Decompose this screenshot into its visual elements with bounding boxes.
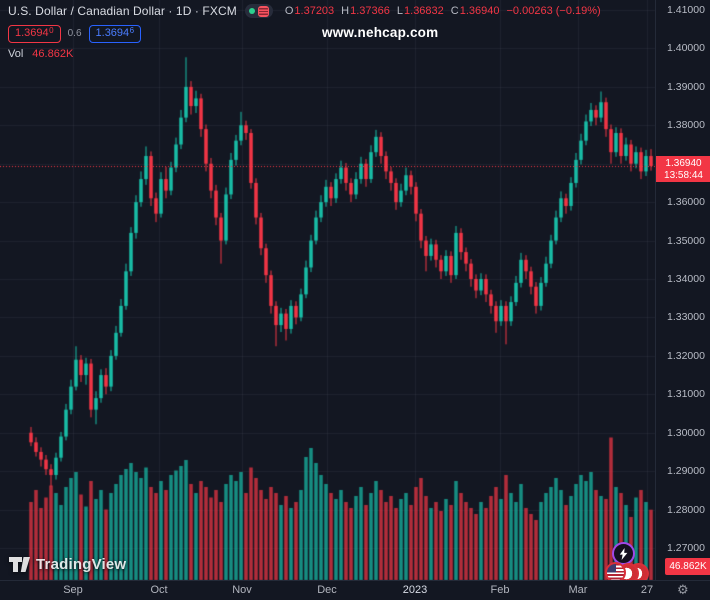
axis-settings-gear-icon[interactable]: ⚙ [677, 582, 689, 599]
time-axis-label: 2023 [402, 584, 428, 596]
time-axis-label: Oct [150, 584, 168, 596]
time-axis-label: Nov [232, 584, 252, 596]
volume-indicator-label[interactable]: Vol [8, 48, 23, 60]
time-axis-label: Mar [568, 584, 588, 596]
price-axis-label: 1.38000 [667, 119, 705, 132]
ask-price: 1.3694 [95, 26, 130, 39]
price-axis-label: 1.41000 [667, 4, 705, 16]
bid-price: 1.3694 [15, 26, 49, 39]
time-axis-label: Dec [317, 584, 337, 596]
ohlc-item: O1.37203 [284, 5, 335, 17]
price-axis-label: 1.34000 [667, 273, 705, 285]
price-axis-label: 1.27000 [667, 542, 705, 554]
price-axis-label: 1.32000 [667, 349, 705, 362]
price-axis-label: 1.33000 [667, 311, 705, 324]
change-value: −0.00263 (−0.19%) [506, 5, 601, 17]
ohlc-item: L1.36832 [396, 5, 444, 17]
current-price-label: 1.36940 [665, 158, 702, 169]
price-axis-label: 1.28000 [667, 503, 705, 516]
price-axis-label: 1.29000 [667, 465, 705, 478]
volume-indicator-value: 46.862K [32, 48, 74, 60]
market-open-dot-icon [248, 8, 255, 14]
chart-legend: U.S. Dollar / Canadian Dollar · 1D · FXC… [8, 3, 601, 60]
current-price-badge: 1.36940 13:58:44 [656, 156, 710, 182]
lightning-icon [619, 547, 628, 560]
sell-bid-button[interactable]: 1.3694 0 [8, 24, 61, 43]
ask-price-sup: 6 [129, 25, 135, 35]
price-axis-label: 1.39000 [667, 80, 705, 93]
price-axis-label: 1.36000 [667, 196, 705, 209]
time-axis-label: Sep [63, 584, 83, 596]
time-axis[interactable]: ⚙ Sep Oct Nov Dec 2023 Feb Mar 27 [0, 580, 710, 600]
symbol-title[interactable]: U.S. Dollar / Canadian Dollar · 1D · FXC… [8, 4, 237, 18]
bar-countdown: 13:58:44 [664, 170, 703, 181]
tradingview-logo[interactable]: TradingView [9, 556, 126, 573]
candlestick-chart[interactable] [0, 0, 710, 600]
ohlc-values: O1.37203 H1.37366 L1.36832 C1.36940 −0.00263… [285, 5, 601, 17]
tradingview-mark-icon [9, 556, 30, 572]
price-axis[interactable]: 1.27000 1.28000 1.29000 1.30000 1.31000 1.320… [655, 0, 710, 580]
data-notice-icon [258, 5, 270, 17]
price-axis-label: 1.40000 [667, 42, 705, 55]
buy-ask-button[interactable]: 1.3694 6 [88, 24, 142, 43]
time-axis-label: Feb [490, 584, 510, 596]
spread-value: 0.6 [67, 28, 82, 39]
price-axis-label: 1.30000 [667, 426, 705, 439]
market-status-toggle[interactable] [244, 4, 273, 18]
tradingview-chart-window: U.S. Dollar / Canadian Dollar · 1D · FXC… [0, 0, 710, 600]
ohlc-item: H1.37366 [341, 5, 390, 17]
price-axis-label: 1.35000 [667, 234, 705, 247]
tradingview-logo-text: TradingView [36, 556, 127, 573]
volume-axis-badge: 46.862K [665, 558, 710, 575]
time-axis-label: 27 [640, 584, 654, 596]
bid-price-sup: 0 [49, 25, 54, 35]
ohlc-item: C1.36940 [450, 5, 500, 17]
price-axis-label: 1.31000 [667, 388, 705, 401]
